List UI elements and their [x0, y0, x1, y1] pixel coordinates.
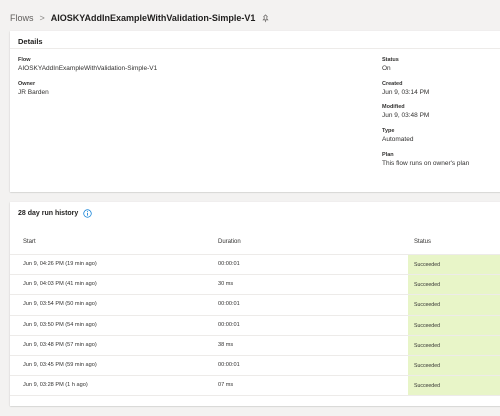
details-card: Details Flow AIOSKYAddInExampleWithValid… — [10, 31, 500, 192]
modified-field: Modified Jun 9, 03:48 PM — [382, 103, 429, 120]
status-label: Status — [382, 57, 399, 63]
table-row[interactable]: Jun 9, 03:28 PM (1 h ago) 07 ms Succeede… — [10, 376, 500, 397]
type-value: Automated — [382, 136, 414, 143]
run-status: Succeeded — [408, 275, 500, 295]
created-field: Created Jun 9, 03:14 PM — [382, 80, 429, 97]
run-history-header: 28 day run history — [18, 209, 92, 218]
breadcrumb-separator: > — [39, 13, 45, 23]
flow-field: Flow AIOSKYAddInExampleWithValidation-Si… — [18, 56, 157, 73]
breadcrumb: Flows > AIOSKYAddInExampleWithValidation… — [10, 10, 270, 26]
run-duration: 38 ms — [218, 341, 234, 348]
flow-value: AIOSKYAddInExampleWithValidation-Simple-… — [18, 65, 158, 72]
run-history-card: 28 day run history Start Duration Status… — [10, 202, 500, 406]
plan-label: Plan — [382, 152, 394, 158]
table-row[interactable]: Jun 9, 03:48 PM (57 min ago) 38 ms Succe… — [10, 335, 500, 356]
details-title: Details — [18, 37, 43, 46]
modified-value: Jun 9, 03:48 PM — [382, 112, 430, 119]
breadcrumb-flows-link[interactable]: Flows — [10, 13, 34, 23]
type-field: Type Automated — [382, 127, 413, 144]
run-history-title: 28 day run history — [18, 210, 79, 217]
run-start[interactable]: Jun 9, 03:50 PM (54 min ago) — [23, 322, 97, 328]
table-row[interactable]: Jun 9, 03:50 PM (54 min ago) 00:00:01 Su… — [10, 315, 500, 336]
run-start[interactable]: Jun 9, 03:45 PM (59 min ago) — [23, 362, 97, 368]
column-start[interactable]: Start — [23, 239, 36, 245]
table-header: Start Duration Status — [10, 229, 500, 255]
flow-label: Flow — [18, 57, 31, 63]
run-start[interactable]: Jun 9, 04:26 PM (19 min ago) — [23, 261, 97, 267]
run-status: Succeeded — [408, 376, 500, 396]
status-value: On — [382, 65, 391, 72]
run-duration: 00:00:01 — [218, 361, 240, 368]
run-start[interactable]: Jun 9, 03:48 PM (57 min ago) — [23, 342, 97, 348]
run-duration: 00:00:01 — [218, 321, 240, 328]
page-title: AIOSKYAddInExampleWithValidation-Simple-… — [50, 13, 256, 23]
details-divider — [10, 48, 500, 49]
run-status: Succeeded — [408, 295, 500, 315]
run-duration: 30 ms — [218, 281, 234, 288]
run-duration: 00:00:01 — [218, 261, 240, 267]
run-status: Succeeded — [408, 315, 500, 335]
column-duration[interactable]: Duration — [218, 239, 241, 245]
table-row[interactable]: Jun 9, 04:03 PM (41 min ago) 30 ms Succe… — [10, 275, 500, 296]
table-row[interactable]: Jun 9, 03:45 PM (59 min ago) 00:00:01 Su… — [10, 355, 500, 377]
owner-label: Owner — [18, 81, 36, 87]
owner-value: JR Barden — [18, 89, 49, 96]
run-start[interactable]: Jun 9, 03:54 PM (50 min ago) — [23, 301, 97, 307]
run-status: Succeeded — [408, 255, 500, 275]
run-start[interactable]: Jun 9, 04:03 PM (41 min ago) — [23, 281, 97, 287]
table-row[interactable]: Jun 9, 03:54 PM (50 min ago) 00:00:01 Su… — [10, 295, 500, 316]
run-status: Succeeded — [408, 335, 500, 355]
run-status: Succeeded — [408, 355, 500, 376]
table-row[interactable]: Jun 9, 04:26 PM (19 min ago) 00:00:01 Su… — [10, 255, 500, 276]
status-field: Status On — [382, 56, 399, 73]
plan-field: Plan This flow runs on owner's plan — [382, 151, 469, 168]
pin-icon[interactable] — [261, 13, 270, 23]
column-status[interactable]: Status — [414, 239, 431, 245]
modified-label: Modified — [382, 104, 405, 110]
run-duration: 00:00:01 — [218, 301, 240, 308]
created-value: Jun 9, 03:14 PM — [382, 89, 430, 96]
type-label: Type — [382, 128, 395, 134]
plan-value: This flow runs on owner's plan — [382, 160, 470, 167]
run-duration: 07 ms — [218, 382, 234, 389]
run-history-table: Start Duration Status Jun 9, 04:26 PM (1… — [10, 229, 500, 397]
created-label: Created — [382, 81, 403, 87]
owner-field: Owner JR Barden — [18, 80, 49, 97]
info-icon[interactable] — [83, 209, 92, 218]
run-start[interactable]: Jun 9, 03:28 PM (1 h ago) — [23, 382, 88, 388]
